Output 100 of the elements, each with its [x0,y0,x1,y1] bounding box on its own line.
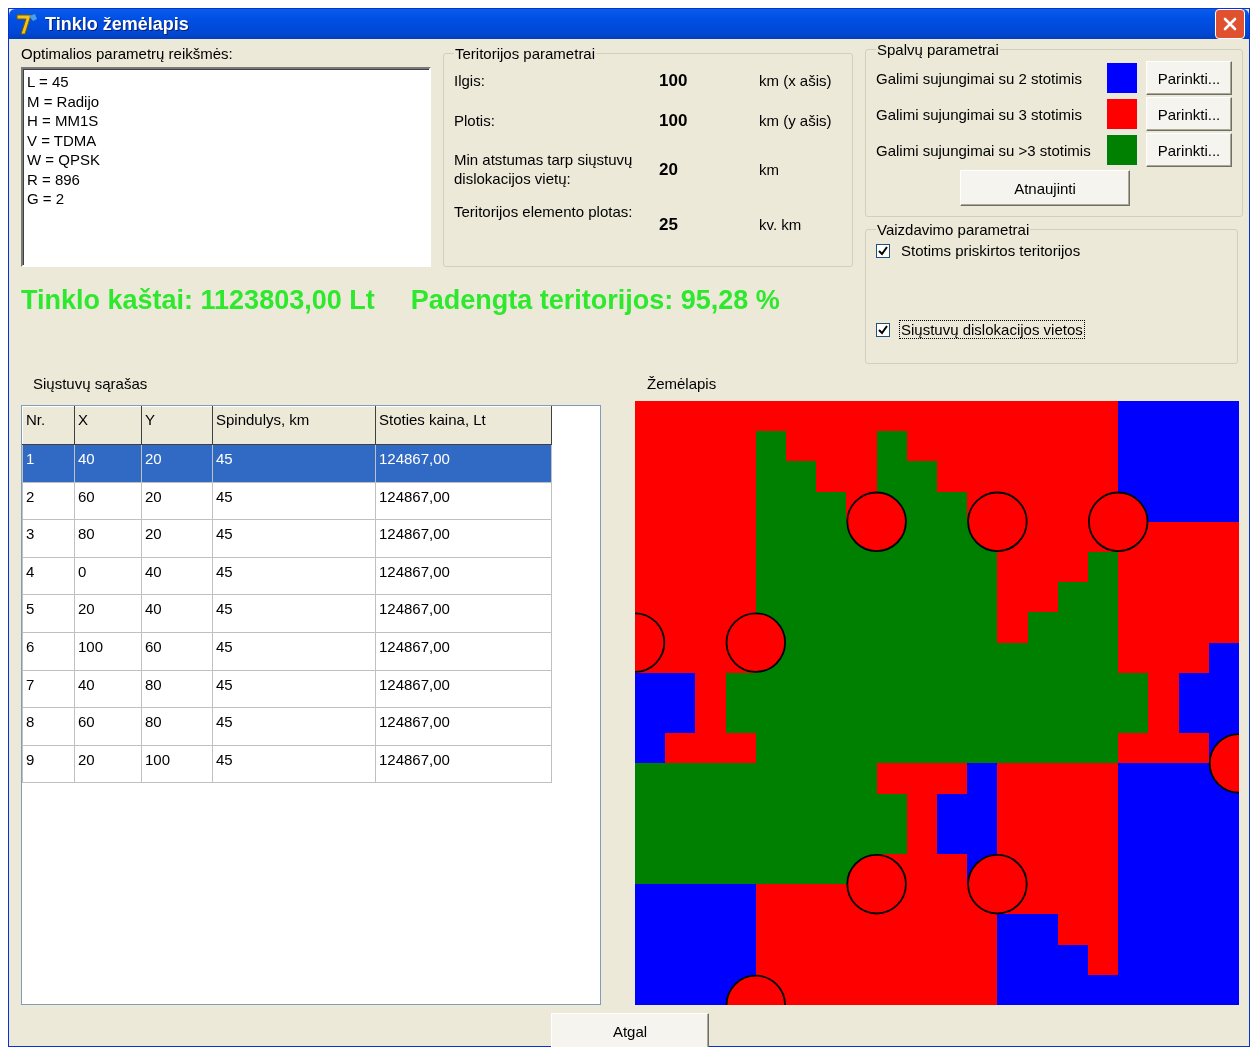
table-cell: 40 [141,557,213,595]
refresh-button[interactable]: Atnaujinti [960,170,1130,206]
table-cell: 100 [141,745,213,783]
table-cell: 6 [22,632,75,671]
table-cell: 100 [74,632,142,671]
territory-unit: kv. km [759,214,803,234]
param-line: R = 896 [27,169,81,189]
param-line: L = 45 [27,72,70,92]
table-cell: 40 [74,670,142,708]
param-line: M = Radijo [27,91,101,111]
table-cell: 124867,00 [375,670,552,708]
column-header[interactable]: Y [141,406,213,445]
table-cell: 20 [74,745,142,783]
table-cell: 40 [141,594,213,633]
column-header[interactable]: Spindulys, km [212,406,376,445]
close-icon [1222,16,1238,32]
color-label: Galimi sujungimai su 3 stotimis [876,104,1083,124]
params-text-area[interactable]: L = 45 M = Radijo H = MM1S V = TDMA W = QPSK R = 896 G = 2 [21,67,431,267]
station-row[interactable]: 2 60 20 45 124867,00 [22,482,552,520]
table-cell: 45 [212,482,376,520]
table-cell: 124867,00 [375,594,552,633]
table-cell: 60 [74,482,142,520]
check-icon [878,324,888,335]
back-button[interactable]: Atgal [551,1013,709,1047]
territory-label: Min atstumas tarp siųstuvų dislokacijos vietų: [454,150,634,189]
table-cell: 9 [22,745,75,783]
territory-unit: km [759,159,780,179]
station-row[interactable]: 9 20 100 45 124867,00 [22,745,552,783]
table-cell: 124867,00 [375,482,552,520]
territory-value: 100 [659,70,689,90]
station-row[interactable]: 3 80 20 45 124867,00 [22,519,552,558]
table-cell: 45 [212,557,376,595]
table-cell: 0 [74,557,142,595]
checkbox[interactable] [876,322,890,337]
param-line: W = QPSK [27,150,101,170]
table-cell: 2 [22,482,75,520]
table-cell: 124867,00 [375,632,552,671]
table-cell: 45 [212,594,376,633]
table-cell: 4 [22,557,75,595]
table-cell: 124867,00 [375,707,552,746]
table-cell: 124867,00 [375,557,552,595]
pick-color-button[interactable]: Parinkti... [1146,61,1232,95]
territory-unit: km (y ašis) [759,110,833,130]
column-header[interactable]: Nr. [22,406,75,445]
territory-value: 20 [659,159,679,179]
station-row[interactable]: 7 40 80 45 124867,00 [22,670,552,708]
checkbox[interactable] [876,243,890,258]
column-header[interactable]: Stoties kaina, Lt [375,406,552,445]
station-row[interactable]: 8 60 80 45 124867,00 [22,707,552,746]
summary-text: Padengta teritorijos: 95,28 % [410,285,780,316]
table-cell: 80 [141,670,213,708]
table-cell: 45 [212,670,376,708]
table-cell: 20 [141,519,213,558]
station-row[interactable]: 5 20 40 45 124867,00 [22,594,552,633]
checkbox-label[interactable]: Stotims priskirtos teritorijos [900,242,1082,259]
table-cell: 1 [22,444,75,483]
pick-color-button[interactable]: Parinkti... [1146,133,1232,167]
station-row[interactable]: 1 40 20 45 124867,00 [22,444,552,483]
territory-unit: km (x ašis) [759,70,833,90]
param-line: V = TDMA [27,130,98,150]
territory-value: 100 [659,110,689,130]
table-cell: 80 [74,519,142,558]
check-icon [878,245,888,256]
group-title: Spalvų parametrai [876,41,1000,58]
params-label: Optimalios parametrų reikšmės: [21,45,234,63]
station-row[interactable]: 6 100 60 45 124867,00 [22,632,552,671]
territory-value: 25 [659,213,679,234]
table-cell: 60 [141,632,213,671]
table-cell: 45 [212,519,376,558]
table-cell: 40 [74,444,142,483]
table-cell: 45 [212,444,376,483]
close-button[interactable] [1215,9,1245,39]
table-cell: 20 [141,444,213,483]
table-cell: 45 [212,632,376,671]
table-cell: 124867,00 [375,745,552,783]
table-cell: 45 [212,745,376,783]
param-line: G = 2 [27,189,66,209]
group-title: Teritorijos parametrai [454,45,597,62]
table-cell: 20 [74,594,142,633]
table-cell: 8 [22,707,75,746]
table-cell: 45 [212,707,376,746]
column-header[interactable]: X [74,406,142,445]
table-cell: 20 [141,482,213,520]
table-cell: 80 [141,707,213,746]
table-cell: 5 [22,594,75,633]
table-cell: 7 [22,670,75,708]
territory-label: Plotis: [454,110,496,131]
territory-label: Teritorijos elemento plotas: [454,202,634,222]
station-row[interactable]: 4 0 40 45 124867,00 [22,557,552,595]
list-label: Siųstuvų sąrašas [32,374,149,394]
checkbox-label[interactable]: Siųstuvų dislokacijos vietos [900,321,1084,338]
group-title: Vaizdavimo parametrai [876,221,1031,238]
table-cell: 3 [22,519,75,558]
app-icon [15,12,39,36]
table-cell: 60 [74,707,142,746]
color-label: Galimi sujungimai su 2 stotimis [876,68,1083,88]
pick-color-button[interactable]: Parinkti... [1146,97,1232,131]
territory-label: Ilgis: [454,70,486,91]
param-line: H = MM1S [27,111,100,131]
table-cell: 124867,00 [375,444,552,483]
